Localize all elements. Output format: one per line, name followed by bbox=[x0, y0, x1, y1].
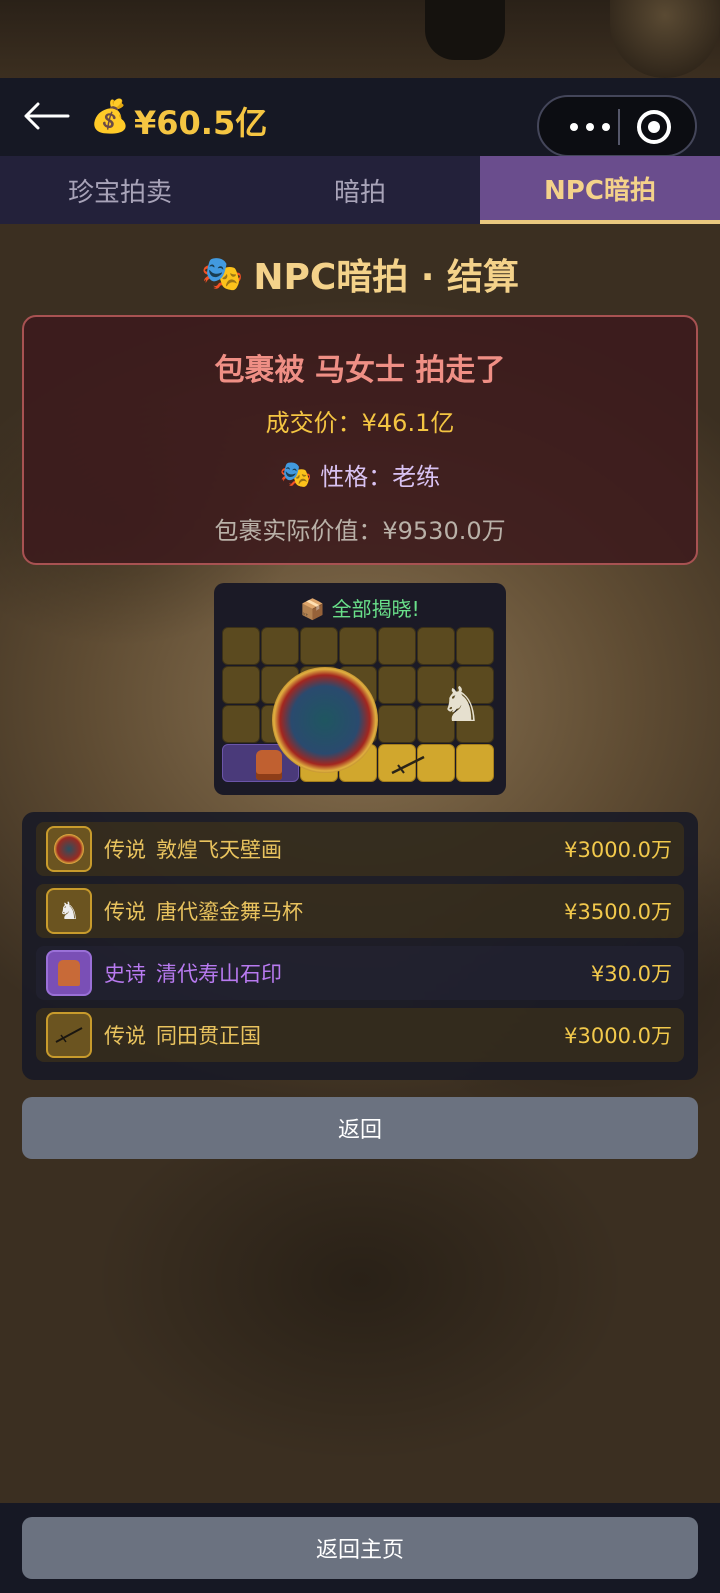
tab-bar: 珍宝拍卖 暗拍 NPC暗拍 bbox=[0, 156, 720, 224]
grid-cell bbox=[378, 627, 416, 665]
reveal-header: 📦 全部揭晓! bbox=[214, 593, 506, 622]
item-name: 唐代鎏金舞马杯 bbox=[156, 900, 303, 924]
compass-decoration bbox=[610, 0, 720, 78]
grid-cell bbox=[222, 666, 260, 704]
grid-cell bbox=[261, 627, 299, 665]
return-home-button[interactable]: 返回主页 bbox=[22, 1517, 698, 1579]
back-button[interactable] bbox=[22, 96, 74, 136]
balance-amount: ¥60.5亿 bbox=[134, 104, 268, 142]
grid-cell bbox=[339, 627, 377, 665]
grid-cell bbox=[300, 627, 338, 665]
item-list: 传说 敦煌飞天壁画 ¥3000.0万 ♞ 传说 唐代鎏金舞马杯 ¥3500.0万… bbox=[22, 812, 698, 1080]
rarity-label: 传说 bbox=[104, 900, 146, 924]
item-price: ¥3000.0万 bbox=[564, 838, 672, 862]
desk-background bbox=[0, 0, 720, 80]
katana-icon bbox=[46, 1012, 92, 1058]
item-price: ¥3000.0万 bbox=[564, 1024, 672, 1048]
grid-cell-legend bbox=[456, 744, 494, 782]
miniprogram-capsule bbox=[537, 95, 697, 157]
npc-personality: 🎭 性格：老练 bbox=[24, 457, 696, 492]
package-reveal-panel: 📦 全部揭晓! ♞ bbox=[214, 583, 506, 795]
page-title: 🎭 NPC暗拍 · 结算 bbox=[0, 250, 720, 298]
page-title-text: NPC暗拍 · 结算 bbox=[253, 257, 520, 298]
bottom-bar: 返回主页 bbox=[0, 1503, 720, 1593]
tab-treasure-auction[interactable]: 珍宝拍卖 bbox=[0, 156, 240, 224]
package-icon: 📦 bbox=[300, 597, 326, 621]
more-icon[interactable] bbox=[563, 117, 617, 137]
item-name: 敦煌飞天壁画 bbox=[156, 838, 282, 862]
item-name: 同田贯正国 bbox=[156, 1024, 261, 1048]
grid-cell bbox=[222, 705, 260, 743]
list-item[interactable]: 史诗 清代寿山石印 ¥30.0万 bbox=[36, 946, 684, 1000]
item-price: ¥3500.0万 bbox=[564, 900, 672, 924]
winner-headline: 包裹被 马女士 拍走了 bbox=[214, 353, 506, 388]
reveal-label: 全部揭晓! bbox=[331, 597, 420, 621]
horse-cup-icon: ♞ bbox=[46, 888, 92, 934]
tab-blind-auction[interactable]: 暗拍 bbox=[240, 156, 480, 224]
deal-price: 成交价：¥46.1亿 bbox=[265, 409, 455, 437]
top-bar: 💰 ¥60.5亿 bbox=[0, 78, 720, 157]
inkpot-decoration bbox=[425, 0, 505, 60]
settlement-card: 包裹被 马女士 拍走了 成交价：¥46.1亿 🎭 性格：老练 包裹实际价值：¥9… bbox=[22, 315, 698, 565]
theater-mask-icon: 🎭 bbox=[279, 459, 313, 490]
grid-cell bbox=[378, 666, 416, 704]
capsule-divider bbox=[618, 109, 620, 145]
list-item[interactable]: ♞ 传说 唐代鎏金舞马杯 ¥3500.0万 bbox=[36, 884, 684, 938]
item-price: ¥30.0万 bbox=[590, 962, 672, 986]
list-item[interactable]: 传说 敦煌飞天壁画 ¥3000.0万 bbox=[36, 822, 684, 876]
rarity-label: 史诗 bbox=[104, 962, 146, 986]
parchment-background bbox=[0, 0, 720, 1593]
arrow-left-icon bbox=[24, 102, 70, 130]
tab-npc-blind-auction[interactable]: NPC暗拍 bbox=[480, 156, 720, 224]
grid-cell bbox=[417, 627, 455, 665]
stone-seal-icon[interactable] bbox=[230, 745, 308, 785]
katana-icon[interactable] bbox=[388, 753, 428, 777]
personality-text: 性格：老练 bbox=[320, 463, 441, 491]
actual-value: 包裹实际价值：¥9530.0万 bbox=[214, 517, 506, 545]
grid-cell bbox=[378, 705, 416, 743]
grid-cell bbox=[456, 627, 494, 665]
list-item[interactable]: 传说 同田贯正国 ¥3000.0万 bbox=[36, 1008, 684, 1062]
horse-cup-icon[interactable]: ♞ bbox=[428, 667, 494, 743]
return-button[interactable]: 返回 bbox=[22, 1097, 698, 1159]
close-miniprogram-icon[interactable] bbox=[637, 110, 671, 144]
money-bag-icon: 💰 bbox=[90, 97, 130, 135]
grid-cell bbox=[222, 627, 260, 665]
theater-mask-icon: 🎭 bbox=[200, 254, 244, 294]
mural-disc-icon bbox=[46, 826, 92, 872]
package-grid: ♞ bbox=[222, 627, 498, 787]
rarity-label: 传说 bbox=[104, 1024, 146, 1048]
stone-seal-icon bbox=[46, 950, 92, 996]
rarity-label: 传说 bbox=[104, 838, 146, 862]
item-name: 清代寿山石印 bbox=[156, 962, 282, 986]
